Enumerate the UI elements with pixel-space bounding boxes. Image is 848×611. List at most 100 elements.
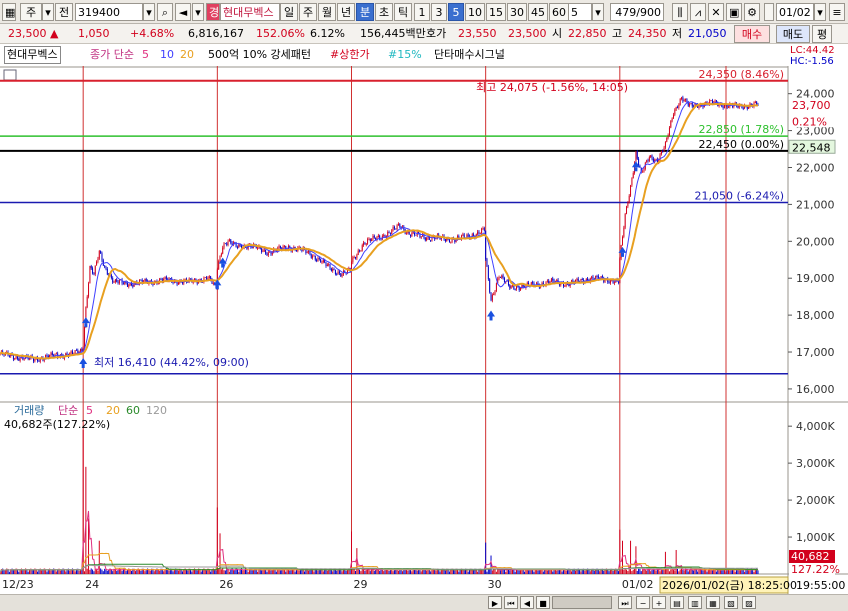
- volume-bar: [298, 570, 300, 574]
- volume-bar: [458, 571, 460, 574]
- volume-bar: [37, 571, 39, 574]
- candle: [493, 293, 495, 295]
- volume-bar: [424, 569, 426, 574]
- candle: [482, 228, 484, 229]
- scroll-right-icon[interactable]: ▶: [488, 596, 502, 609]
- candle: [406, 232, 408, 234]
- scroll-last-icon[interactable]: ⏭: [618, 596, 632, 609]
- volume-bar: [407, 570, 409, 574]
- volume-bar: [392, 571, 394, 574]
- view-5-icon[interactable]: ▨: [742, 596, 756, 609]
- volume-bar: [101, 569, 103, 574]
- candle: [663, 147, 665, 152]
- candle: [113, 281, 115, 283]
- volume-bar: [135, 571, 137, 574]
- candle: [238, 244, 240, 248]
- scroll-thumb[interactable]: [552, 596, 612, 609]
- volume-bar: [337, 569, 339, 574]
- candle: [88, 283, 90, 297]
- volume-bar: [627, 571, 629, 574]
- candle: [338, 271, 340, 274]
- candle: [450, 241, 452, 243]
- stop-icon[interactable]: ■: [536, 596, 550, 609]
- candle: [231, 242, 233, 245]
- candle: [646, 160, 648, 163]
- scroll-left-icon[interactable]: ◀: [520, 596, 534, 609]
- volume-bar: [514, 571, 516, 574]
- volume-bar: [387, 569, 389, 574]
- volume-bar: [710, 570, 712, 574]
- candle: [228, 239, 230, 242]
- volume-bar: [748, 570, 750, 574]
- candle: [674, 109, 676, 115]
- zoom-out-icon[interactable]: −: [636, 596, 650, 609]
- candle: [226, 243, 228, 245]
- volume-bar: [289, 570, 291, 574]
- candle: [341, 274, 343, 277]
- candle: [591, 276, 593, 279]
- volume-bar: [257, 571, 259, 574]
- volume-bar: [632, 569, 634, 574]
- candle: [122, 283, 124, 285]
- scrollbar[interactable]: ▶ ⏮ ◀ ■ ⏭ − + ▤ ▥ ▦ ▧ ▨: [0, 594, 848, 611]
- volume-bar: [585, 569, 587, 574]
- candle: [118, 280, 120, 284]
- volume-bar: [434, 569, 436, 574]
- candle: [462, 234, 464, 236]
- candle: [639, 165, 641, 168]
- volume-bar: [533, 571, 535, 574]
- volume-bar: [682, 569, 684, 574]
- candle: [667, 135, 669, 138]
- view-4-icon[interactable]: ▧: [724, 596, 738, 609]
- volume-legend-value: 40,682주(127.22%): [4, 418, 110, 431]
- volume-bar: [415, 569, 417, 574]
- volume-bar: [672, 569, 674, 574]
- candle: [261, 248, 263, 252]
- volume-bar: [624, 568, 626, 574]
- volume-bar: [668, 571, 670, 574]
- volume-bar: [595, 569, 597, 574]
- view-1-icon[interactable]: ▤: [670, 596, 684, 609]
- view-2-icon[interactable]: ▥: [688, 596, 702, 609]
- candle: [79, 348, 81, 352]
- signal-arrow-stem: [84, 323, 88, 328]
- candle: [334, 269, 336, 274]
- candle: [651, 155, 653, 159]
- candle: [353, 256, 355, 258]
- candle: [329, 264, 331, 269]
- signal-arrow-stem: [81, 364, 85, 369]
- volume-bar: [426, 570, 428, 574]
- view-3-icon[interactable]: ▦: [706, 596, 720, 609]
- price-tick-label: 21,000: [796, 198, 835, 211]
- candle: [278, 245, 280, 249]
- candle: [723, 104, 725, 108]
- candle: [361, 245, 363, 251]
- candle: [624, 213, 626, 228]
- volume-bar: [191, 571, 193, 574]
- candle: [100, 250, 102, 254]
- volume-bar: [377, 569, 379, 574]
- level-label: 21,050 (-6.24%): [695, 190, 784, 203]
- x-axis-label: 26: [219, 578, 233, 591]
- zoom-in-icon[interactable]: +: [652, 596, 666, 609]
- candle: [301, 250, 303, 251]
- volume-bar: [448, 571, 450, 574]
- volume-bar: [243, 570, 245, 574]
- candle: [104, 265, 106, 267]
- candle: [548, 280, 550, 284]
- volume-bar: [725, 571, 727, 574]
- volume-bar: [420, 571, 422, 574]
- volume-bar: [100, 568, 102, 574]
- candle: [494, 290, 496, 294]
- volume-bar: [473, 570, 475, 574]
- volume-bar: [266, 571, 268, 574]
- candle: [677, 106, 679, 108]
- volume-bar: [23, 570, 25, 574]
- volume-bar: [612, 570, 614, 574]
- volume-bar: [92, 569, 94, 574]
- candle: [371, 239, 373, 242]
- scroll-first-icon[interactable]: ⏮: [504, 596, 518, 609]
- price-volume-chart[interactable]: 16,000 17,000 18,000 19,000 20,000 21,000 22,0…: [0, 0, 848, 594]
- candle: [609, 280, 611, 284]
- signal-arrow-stem: [620, 252, 624, 257]
